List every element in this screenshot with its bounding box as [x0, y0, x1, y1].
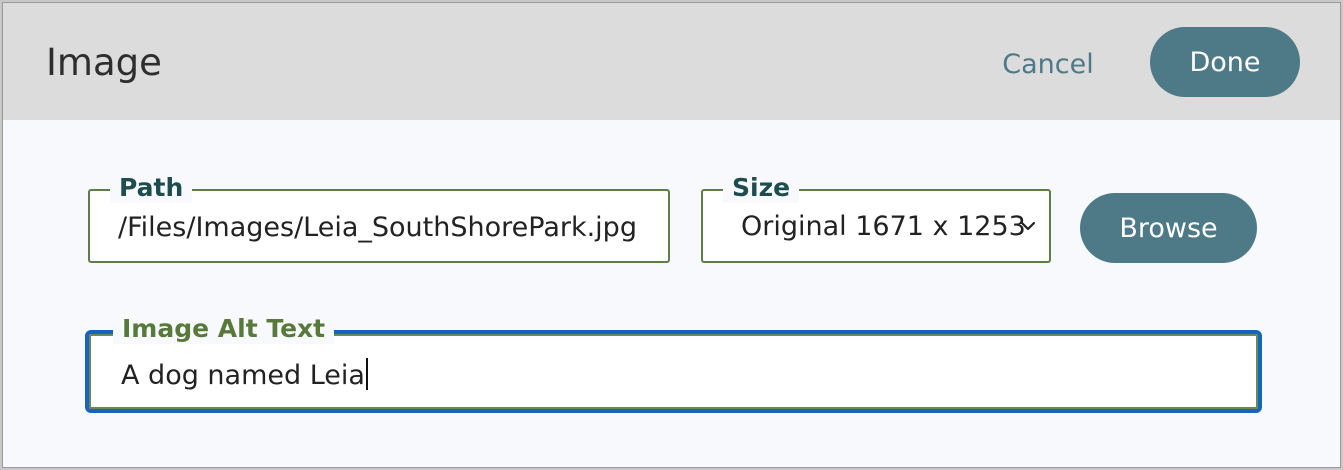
alt-text-value: A dog named Leia	[121, 360, 365, 391]
size-select[interactable]: Size Original 1671 x 1253	[701, 173, 1051, 263]
browse-button[interactable]: Browse	[1080, 193, 1257, 263]
path-field[interactable]: Path /Files/Images/Leia_SouthShorePark.j…	[88, 173, 670, 263]
alt-text-input[interactable]: A dog named Leia	[121, 358, 368, 393]
dialog-header: Image Cancel Done	[3, 3, 1340, 120]
alt-text-label: Image Alt Text	[113, 314, 335, 344]
alt-text-field[interactable]: Image Alt Text A dog named Leia	[85, 314, 1262, 413]
done-button[interactable]: Done	[1150, 27, 1300, 97]
size-label: Size	[723, 173, 800, 203]
cancel-button[interactable]: Cancel	[988, 39, 1108, 89]
size-selected-value[interactable]: Original 1671 x 1253	[741, 210, 1026, 244]
path-input[interactable]: /Files/Images/Leia_SouthShorePark.jpg	[118, 211, 637, 245]
path-label: Path	[110, 173, 193, 203]
chevron-down-icon[interactable]	[1019, 217, 1037, 235]
text-cursor	[365, 358, 368, 390]
dialog-title: Image	[46, 41, 162, 84]
image-dialog: Image Cancel Done Path /Files/Images/Lei…	[2, 2, 1341, 468]
